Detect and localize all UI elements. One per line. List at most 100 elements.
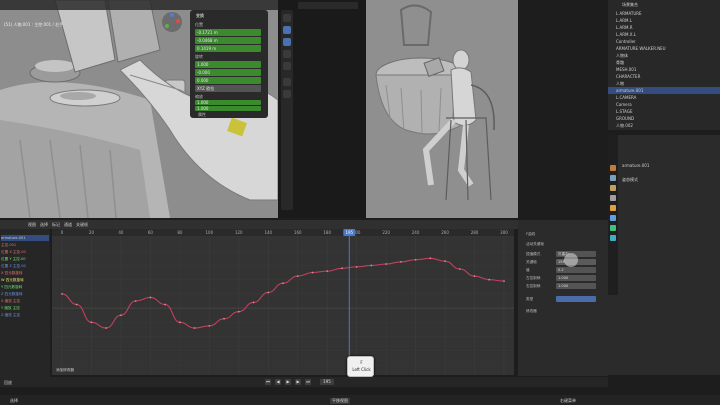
annotate-tool-icon[interactable] (283, 78, 291, 86)
frame-tick-label: 160 (294, 230, 302, 235)
graph-svg[interactable]: 0 20 40 60 80 100 120 140 160 180 200 220 240 260 280 3… (52, 229, 514, 375)
outliner-item[interactable]: Controller (616, 38, 716, 45)
curve-point (90, 321, 93, 324)
select-tool-icon[interactable] (283, 14, 291, 22)
graph-editor-header: 视图 选择 标记 通道 关键帧 (0, 220, 518, 229)
curve-point (75, 303, 78, 306)
channel-row[interactable]: Y 四元数旋转 (1, 284, 49, 290)
right-handle-field[interactable]: 1.000 (556, 283, 596, 289)
rotate-tool-icon[interactable] (283, 38, 291, 46)
graph-sidebar[interactable]: F曲线 活动关键帧 插值模式 贝塞尔 关键帧 195 值 0.2 左控制柄 1.… (518, 220, 608, 376)
rotation-y-field[interactable]: 0.000 (195, 77, 261, 84)
graph-area[interactable]: 0 20 40 60 80 100 120 140 160 180 200 220 240 260 280 3… (52, 229, 514, 375)
channel-row[interactable]: 位置 Z 主控.00 (1, 263, 49, 269)
object-tab-icon[interactable] (610, 205, 616, 211)
bone-tab-icon[interactable] (610, 235, 616, 241)
jump-end-button[interactable]: ⏭ (305, 379, 311, 385)
jump-start-button[interactable]: ⏮ (265, 379, 271, 385)
measure-tool-icon[interactable] (283, 90, 291, 98)
status-right: 右键菜单 (560, 398, 576, 403)
curve-point (208, 324, 211, 327)
curve-point (473, 275, 476, 278)
scene-tab-icon[interactable] (610, 195, 616, 201)
output-tab-icon[interactable] (610, 185, 616, 191)
rotation-label: 旋转 (195, 54, 203, 59)
viewport-right[interactable] (366, 0, 518, 218)
location-z-field[interactable]: 0.1419 m (195, 45, 261, 52)
prev-key-button[interactable]: ◀ (275, 379, 281, 385)
channel-row[interactable]: armature.001 (1, 235, 49, 241)
tool-tab-icon[interactable] (610, 165, 616, 171)
transform-tool-icon[interactable] (283, 62, 291, 70)
outliner-item[interactable]: L.ARM.X.L (616, 31, 716, 38)
curve-point (326, 270, 329, 273)
channel-list[interactable]: armature.001 主控.001 位置 X 主控.00 位置 Y 主控.00 位置… (0, 229, 50, 379)
channel-row[interactable]: 位置 X 主控.00 (1, 249, 49, 255)
location-label: 位置 (195, 22, 203, 27)
scale-x-field[interactable]: 1.000 (195, 100, 261, 105)
channel-row[interactable]: W 四元数旋转 (1, 277, 49, 283)
outliner-item[interactable]: Camera (616, 101, 716, 108)
graph-menu-item[interactable]: 选择 (40, 222, 48, 228)
channel-row[interactable]: Z 缩放 主控 (1, 312, 49, 318)
channel-row[interactable]: Z 四元数旋转 (1, 291, 49, 297)
curve-point (341, 267, 343, 270)
frame-tick-label: 300 (500, 230, 508, 235)
status-left: 选择 (10, 398, 18, 403)
frame-tick-label: 120 (235, 230, 243, 235)
navigation-gizmo[interactable] (162, 12, 182, 32)
rotation-mode-select[interactable]: XYZ 欧拉 (195, 85, 261, 92)
graph-menu-item[interactable]: 通道 (64, 222, 72, 228)
viewport-header-strip (298, 2, 358, 9)
channel-row[interactable]: 位置 Y 主控.00 (1, 256, 49, 262)
data-tab-icon[interactable] (610, 225, 616, 231)
outliner-item[interactable]: CHARACTER (616, 73, 716, 80)
properties-footer: 属性 (198, 112, 206, 117)
outliner-item[interactable]: 骨骼 (616, 59, 716, 66)
frame-tick-label: 60 (148, 230, 154, 235)
frame-tick-label: 140 (264, 230, 272, 235)
channel-row[interactable]: X 四元数旋转 (1, 270, 49, 276)
outliner[interactable]: 场景集合 L ARMATURE L.ARM.L L.ARM.R L.ARM.X.L Co… (608, 0, 720, 130)
graph-menu-item[interactable]: 关键帧 (76, 222, 88, 228)
outliner-item[interactable]: L.ARM.R (616, 24, 716, 31)
outliner-item[interactable]: 人物体 (616, 52, 716, 59)
transform-panel[interactable]: 变换 位置 -0.1721 m -0.0468 m 0.1419 m 旋转 1.… (190, 10, 268, 118)
outliner-item[interactable]: L.STAGE (616, 108, 716, 115)
channel-row[interactable]: 主控.001 (1, 242, 49, 248)
location-x-field[interactable]: -0.1721 m (195, 29, 261, 36)
outliner-item[interactable]: 人物 (616, 80, 716, 87)
handle-type-select[interactable] (556, 296, 596, 302)
value-field[interactable]: 0.2 (556, 267, 596, 273)
render-tab-icon[interactable] (610, 175, 616, 181)
outliner-item[interactable]: armature.001 (608, 87, 720, 94)
graph-menu-item[interactable]: 标记 (52, 222, 60, 228)
cursor-indicator (564, 253, 578, 267)
handle-type-label: 类型 (526, 297, 534, 301)
outliner-item[interactable]: L.CAMERA (616, 94, 716, 101)
play-button[interactable]: ▶ (285, 379, 291, 385)
interp-label: 插值模式 (526, 252, 541, 256)
current-frame-field[interactable]: 195 (320, 379, 334, 385)
channel-row[interactable]: Y 缩放 主控 (1, 305, 49, 311)
outliner-item[interactable]: GROUND (616, 115, 716, 122)
outliner-item[interactable]: MESH.001 (616, 66, 716, 73)
channel-row[interactable]: X 缩放 主控 (1, 298, 49, 304)
scale-tool-icon[interactable] (283, 50, 291, 58)
rotation-w-field[interactable]: 1.000 (195, 61, 261, 68)
outliner-item[interactable]: L ARMATURE (616, 10, 716, 17)
scale-y-field[interactable]: 1.000 (195, 106, 261, 111)
rotation-x-field[interactable]: -0.000 (195, 69, 261, 76)
properties-editor[interactable]: armature.001 姿态模式 (608, 135, 720, 375)
outliner-item[interactable]: L.ARM.L (616, 17, 716, 24)
left-handle-field[interactable]: 1.000 (556, 275, 596, 281)
curve-point (414, 258, 417, 261)
outliner-item[interactable]: ARMATURE.WALKER.NEU (616, 45, 716, 52)
location-y-field[interactable]: -0.0468 m (195, 37, 261, 44)
modifier-tab-icon[interactable] (610, 215, 616, 221)
next-key-button[interactable]: ▶ (295, 379, 301, 385)
move-tool-icon[interactable] (283, 26, 291, 34)
outliner-item[interactable]: 人物.002 (616, 122, 716, 129)
properties-tabs (608, 135, 618, 295)
graph-menu-item[interactable]: 视图 (28, 222, 36, 228)
